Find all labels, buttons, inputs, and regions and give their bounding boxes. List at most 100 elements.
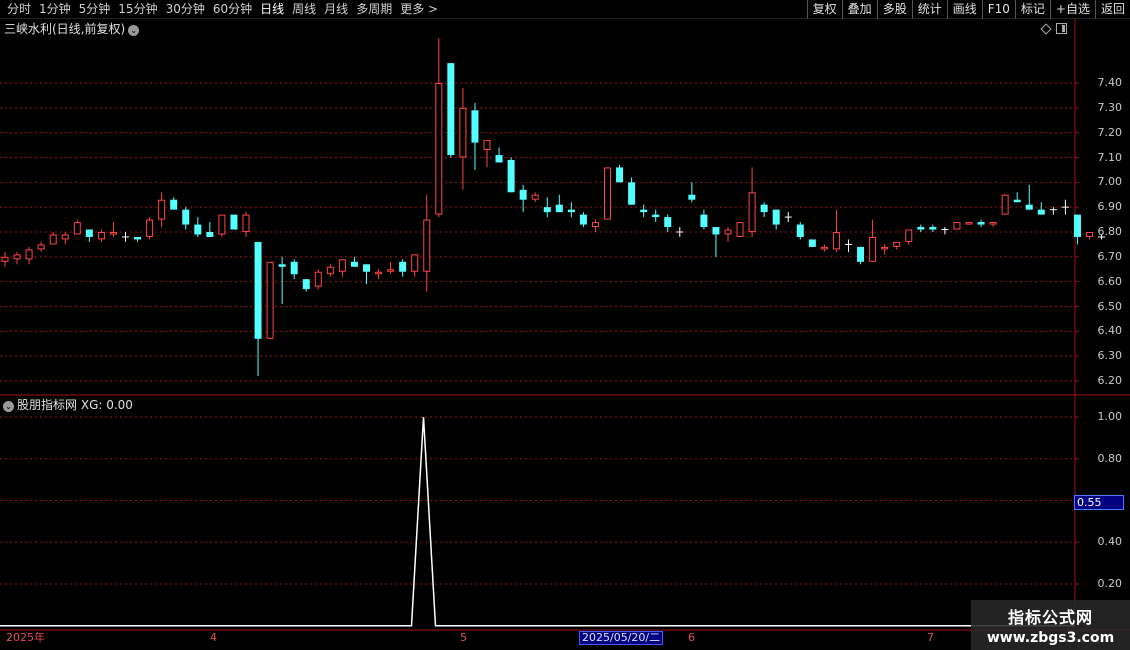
candle-body-up [1, 256, 9, 262]
candle-body-down [1037, 209, 1045, 215]
indicator-tick-label: 1.00 [1097, 410, 1123, 423]
candle-body-down [363, 264, 370, 272]
candle-body-up [97, 232, 105, 240]
y-tick-label: 6.90 [1097, 200, 1123, 214]
timeframe-tab[interactable]: 更多 > [397, 0, 443, 19]
candle-body-down [1013, 199, 1021, 203]
candle-body-up [73, 222, 81, 235]
candle-body-up [724, 229, 732, 235]
candle-body-down [688, 194, 696, 200]
candle-body-down [254, 241, 262, 339]
candle-body-up [13, 254, 21, 260]
chart-tools: 复权 叠加 多股 统计 画线 F10 标记 +自选 返回 [806, 0, 1130, 19]
candle-body-up [25, 249, 33, 260]
main-pane-title: 三峡水利(日线,前复权) ⌄ [4, 22, 140, 36]
tool-button[interactable]: 多股 [876, 0, 912, 19]
panel-toggle-icon[interactable] [1056, 23, 1067, 34]
candle-body-up [37, 244, 45, 250]
y-tick-label: 7.30 [1097, 100, 1123, 114]
tool-button[interactable]: 叠加 [841, 0, 877, 19]
candle-body-down [628, 182, 636, 205]
timeframe-tab[interactable]: 日线 [257, 0, 289, 19]
candle-body-up [242, 214, 250, 233]
candle-body-down [471, 110, 479, 143]
candle-body-down [194, 224, 202, 235]
indicator-tick-label: 0.20 [1097, 577, 1123, 590]
chevron-down-icon[interactable]: ⌄ [128, 25, 140, 36]
watermark-title: 指标公式网 [1007, 608, 1093, 627]
tool-button[interactable]: 返回 [1094, 0, 1130, 19]
xg-value: XG: 0.00 [80, 398, 133, 412]
candle-body-down [302, 279, 310, 290]
timeframe-tab[interactable]: 分时 [4, 0, 36, 19]
y-tick-label: 6.30 [1097, 349, 1123, 363]
y-tick-label: 6.20 [1097, 374, 1123, 387]
diamond-icon[interactable] [1040, 22, 1052, 35]
chart-canvas[interactable] [0, 19, 1130, 631]
y-tick-label: 7.20 [1097, 125, 1123, 139]
watermark: 指标公式网 www.zbgs3.com [971, 600, 1130, 650]
tool-button[interactable]: +自选 [1049, 0, 1095, 19]
candle-body-down [917, 227, 925, 230]
candle-body-up [218, 214, 226, 235]
tool-button[interactable]: 复权 [806, 0, 842, 19]
timeframe-tab[interactable]: 1分钟 [36, 0, 76, 19]
timeframe-tab[interactable]: 周线 [289, 0, 321, 19]
tool-button[interactable]: F10 [981, 0, 1015, 19]
timeframe-tab[interactable]: 30分钟 [163, 0, 210, 19]
cursor-date-label: 2025/05/20/二 [579, 631, 664, 645]
candle-body-up [338, 259, 346, 272]
candle-body-up [423, 219, 431, 272]
timeframe-tab[interactable]: 月线 [321, 0, 353, 19]
candle-body-up [459, 107, 467, 158]
candle-body-up [965, 222, 973, 225]
tool-button[interactable]: 统计 [911, 0, 947, 19]
candle-body-down [555, 204, 563, 213]
candle-body-down [760, 204, 768, 213]
chevron-down-icon[interactable]: ⌄ [3, 401, 14, 412]
y-tick-label: 6.50 [1097, 299, 1123, 313]
candle-body-down [447, 63, 455, 156]
tool-button[interactable]: 画线 [946, 0, 982, 19]
candle-body-up [905, 229, 913, 242]
x-tick-label: 7 [927, 631, 934, 644]
candle-body-down [399, 261, 407, 272]
candle-body-down [230, 214, 238, 230]
timeframe-tab[interactable]: 15分钟 [115, 0, 162, 19]
candle-body-down [1025, 204, 1033, 210]
candle-body-up [411, 254, 419, 272]
x-tick-label: 4 [210, 631, 217, 644]
candle-body-down [206, 232, 214, 237]
x-tick-label: 6 [688, 631, 695, 644]
timeframe-tabs: 分时 1分钟 5分钟 15分钟 30分钟 60分钟 日线 周线 月线 多周期 更多 > [4, 0, 443, 19]
y-tick-label: 6.60 [1097, 274, 1123, 288]
y-tick-label: 7.00 [1097, 175, 1123, 189]
candle-body-down [170, 199, 178, 210]
candle-body-up [387, 269, 395, 272]
timeframe-tab[interactable]: 5分钟 [76, 0, 116, 19]
candle-body-down [796, 224, 804, 237]
candle-body-down [640, 209, 648, 213]
candle-body-up [832, 232, 840, 250]
candle-body-up [435, 83, 443, 215]
candle-body-down [772, 209, 780, 225]
toolbar: 分时 1分钟 5分钟 15分钟 30分钟 60分钟 日线 周线 月线 多周期 更多 > 复权 叠加 多股… [0, 0, 1130, 19]
candle-body-up [158, 199, 166, 220]
candle-body-down [567, 209, 575, 213]
candle-body-down [616, 167, 624, 183]
candle-body-down [664, 217, 672, 228]
y-tick-label: 6.70 [1097, 249, 1123, 263]
candle-body-up [483, 140, 491, 151]
candle-body-up [748, 192, 756, 232]
y-tick-label: 6.80 [1097, 225, 1123, 238]
y-tick-label: 6.40 [1097, 324, 1123, 338]
candle-body-down [543, 207, 551, 213]
timeframe-tab[interactable]: 多周期 [353, 0, 397, 19]
timeframe-tab[interactable]: 60分钟 [210, 0, 257, 19]
candle-body-up [266, 261, 274, 339]
candle-body-up [989, 222, 997, 225]
candle-body-up [604, 167, 611, 220]
candle-body-up [531, 194, 539, 200]
candle-body-down [652, 214, 660, 218]
tool-button[interactable]: 标记 [1014, 0, 1050, 19]
